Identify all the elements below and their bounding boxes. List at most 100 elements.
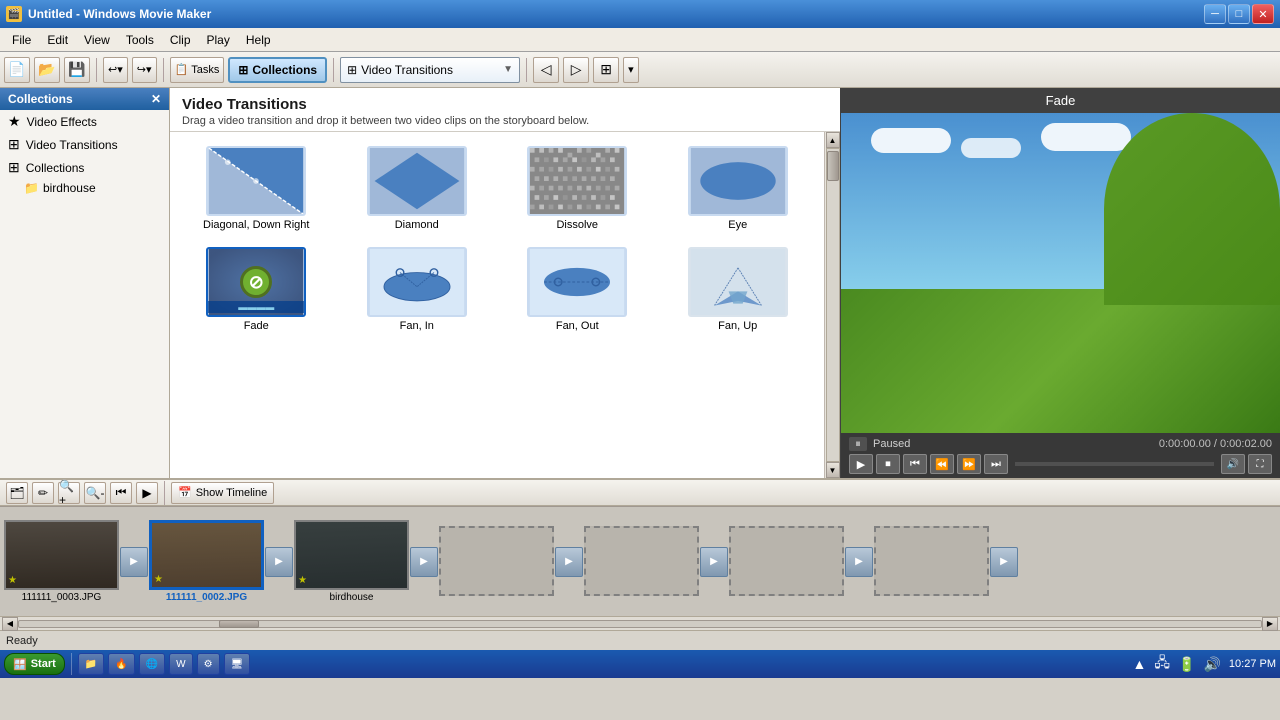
menu-view[interactable]: View	[76, 31, 118, 49]
minimize-button[interactable]: ─	[1204, 4, 1226, 24]
menu-file[interactable]: File	[4, 31, 39, 49]
preview-next-button[interactable]: ⏭	[984, 454, 1008, 474]
empty-thumb-6	[729, 526, 844, 596]
clip-thumb-2[interactable]: ★	[149, 520, 264, 590]
transition-arrow-btn-4[interactable]: ▶	[555, 547, 583, 577]
taskbar-app-ie[interactable]: 🌐	[139, 653, 165, 675]
undo-button[interactable]: ↩▾	[103, 57, 128, 83]
clip-thumb-3[interactable]: ★	[294, 520, 409, 590]
save-button[interactable]: 💾	[64, 57, 90, 83]
sidebar-item-collections[interactable]: ⊞ Collections	[0, 156, 169, 179]
transition-slot-4[interactable]: ▶	[554, 537, 584, 587]
taskbar-app-word[interactable]: W	[169, 653, 192, 675]
taskbar-app-settings[interactable]: ⚙	[197, 653, 220, 675]
preview-fwd-button[interactable]: ⏩	[957, 454, 981, 474]
storyboard-clip-2[interactable]: ★ 111111_0002.JPG	[149, 520, 264, 603]
titlebar: 🎬 Untitled - Windows Movie Maker ─ □ ✕	[0, 0, 1280, 28]
zoom-out-button[interactable]: 🔍-	[84, 482, 106, 504]
collections-button[interactable]: ⊞ Collections	[228, 57, 327, 83]
transition-arrow-btn-3[interactable]: ▶	[410, 547, 438, 577]
preview-slider[interactable]	[1015, 462, 1214, 466]
scroll-up-button[interactable]: ▲	[826, 132, 840, 148]
sidebar-item-birdhouse[interactable]: 📁 birdhouse	[0, 179, 169, 197]
show-timeline-label: Show Timeline	[196, 487, 268, 499]
tray-volume-icon[interactable]: 🔊	[1203, 656, 1220, 673]
scroll-right-button[interactable]: ▶	[1262, 617, 1278, 631]
taskbar-app-explorer[interactable]: 📁	[78, 653, 104, 675]
tasks-button[interactable]: 📋 Tasks	[170, 57, 225, 83]
windows-logo: 🪟	[13, 658, 27, 671]
tray-arrow-icon[interactable]: ▲	[1133, 656, 1147, 672]
storyboard-scroll-thumb[interactable]	[219, 620, 259, 628]
window-controls[interactable]: ─ □ ✕	[1204, 4, 1274, 24]
close-button[interactable]: ✕	[1252, 4, 1274, 24]
transition-diamond[interactable]: Diamond	[341, 142, 494, 235]
transitions-dropdown-label: Video Transitions	[361, 63, 453, 77]
sidebar-item-video-transitions[interactable]: ⊞ Video Transitions	[0, 133, 169, 156]
play-storyboard-button[interactable]: ▶	[136, 482, 158, 504]
zoom-in-button[interactable]: 🔍+	[58, 482, 80, 504]
transition-slot-7[interactable]: ▶	[989, 537, 1019, 587]
transition-slot-2[interactable]: ▶	[264, 537, 294, 587]
taskbar-app-firefox[interactable]: 🔥	[108, 653, 134, 675]
tray-battery-icon[interactable]: 🔋	[1178, 656, 1195, 673]
storyboard-clip-3[interactable]: ★ birdhouse	[294, 520, 409, 603]
dissolve-svg	[529, 148, 625, 214]
panel-close-button[interactable]: ✕	[151, 92, 161, 106]
preview-back-button[interactable]: ⏪	[930, 454, 954, 474]
preview-stop-button[interactable]: ⏹	[876, 454, 900, 474]
preview-prev-button[interactable]: ⏮	[903, 454, 927, 474]
scroll-thumb[interactable]	[827, 151, 839, 181]
transition-eye[interactable]: Eye	[662, 142, 815, 235]
menu-play[interactable]: Play	[199, 31, 238, 49]
transition-slot-3[interactable]: ▶	[409, 537, 439, 587]
forward-button[interactable]: ▷	[563, 57, 589, 83]
transition-slot-5[interactable]: ▶	[699, 537, 729, 587]
menu-edit[interactable]: Edit	[39, 31, 76, 49]
view-dropdown-button[interactable]: ▾	[623, 57, 639, 83]
transition-thumb-fan-out	[527, 247, 627, 317]
transition-fan-up[interactable]: Fan, Up	[662, 243, 815, 336]
back-button[interactable]: ◁	[533, 57, 559, 83]
toolbar: 📄 📂 💾 ↩▾ ↪▾ 📋 Tasks ⊞ Collections ⊞ Vide…	[0, 52, 1280, 88]
rewind-button[interactable]: ⏮	[110, 482, 132, 504]
scroll-left-button[interactable]: ◀	[2, 617, 18, 631]
storyboard-tool-2[interactable]: ✏	[32, 482, 54, 504]
transition-fan-in[interactable]: Fan, In	[341, 243, 494, 336]
open-button[interactable]: 📂	[34, 57, 60, 83]
transition-arrow-btn-6[interactable]: ▶	[845, 547, 873, 577]
transition-arrow-btn-2[interactable]: ▶	[265, 547, 293, 577]
transition-arrow-btn-5[interactable]: ▶	[700, 547, 728, 577]
menu-tools[interactable]: Tools	[118, 31, 162, 49]
start-button[interactable]: 🪟 Start	[4, 653, 65, 675]
transition-arrow-btn-1[interactable]: ▶	[120, 547, 148, 577]
scroll-down-button[interactable]: ▼	[826, 462, 840, 478]
storyboard-tool-1[interactable]: 🗂	[6, 482, 28, 504]
storyboard-clip-1[interactable]: ★ 111111_0003.JPG	[4, 520, 119, 603]
transition-diagonal-down-right[interactable]: Diagonal, Down Right	[180, 142, 333, 235]
preview-grass	[841, 289, 1280, 433]
preview-fullscreen-button[interactable]: ⛶	[1248, 454, 1272, 474]
transition-slot-1[interactable]: ▶	[119, 537, 149, 587]
show-timeline-button[interactable]: 📅 Show Timeline	[171, 482, 274, 504]
video-transitions-dropdown[interactable]: ⊞ Video Transitions ▼	[340, 57, 520, 83]
tray-network-icon[interactable]: 🖧	[1154, 652, 1170, 676]
maximize-button[interactable]: □	[1228, 4, 1250, 24]
preview-volume-button[interactable]: 🔊	[1221, 454, 1245, 474]
transition-fade[interactable]: ⊘ ▬▬▬▬ Fade	[180, 243, 333, 336]
taskbar-app-media[interactable]: 🖥	[224, 653, 251, 675]
clip-thumb-1[interactable]: ★	[4, 520, 119, 590]
transition-fan-out[interactable]: Fan, Out	[501, 243, 654, 336]
transition-slot-6[interactable]: ▶	[844, 537, 874, 587]
sidebar-item-video-effects[interactable]: ★ Video Effects	[0, 110, 169, 133]
menu-help[interactable]: Help	[238, 31, 279, 49]
new-button[interactable]: 📄	[4, 57, 30, 83]
transition-dissolve[interactable]: Dissolve	[501, 142, 654, 235]
view-button[interactable]: ⊞	[593, 57, 619, 83]
transition-arrow-btn-7[interactable]: ▶	[990, 547, 1018, 577]
status-text: Ready	[6, 635, 38, 647]
redo-button[interactable]: ↪▾	[132, 57, 157, 83]
preview-play-button[interactable]: ▶	[849, 454, 873, 474]
transition-thumb-fan-in	[367, 247, 467, 317]
menu-clip[interactable]: Clip	[162, 31, 199, 49]
